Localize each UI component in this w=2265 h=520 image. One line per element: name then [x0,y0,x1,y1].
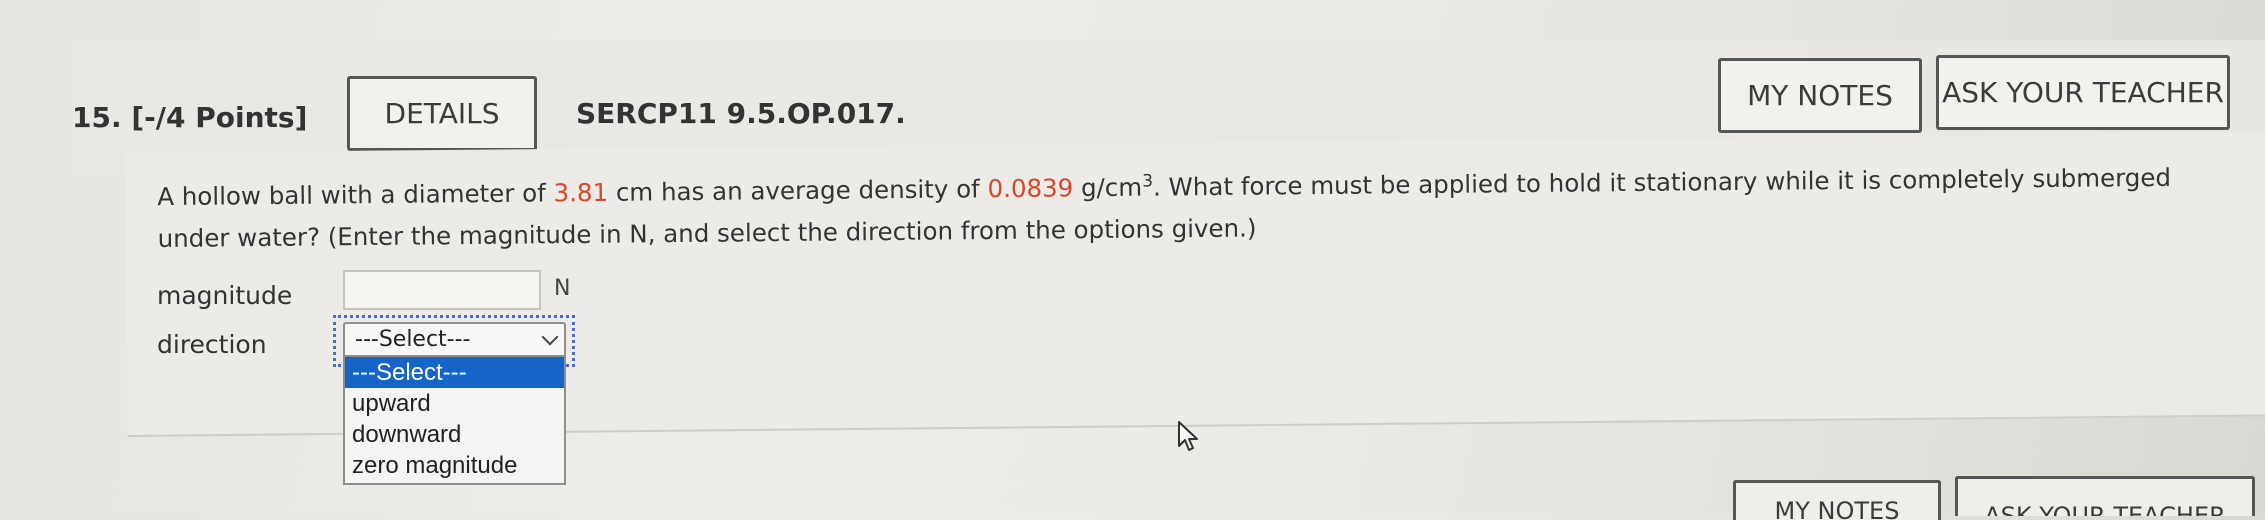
next-ask-teacher-label: ASK YOUR TEACHER [1984,502,2226,516]
chevron-down-icon [541,328,559,346]
direction-select-value: ---Select--- [355,327,471,352]
question-number: 15. [-/4 Points] [72,101,307,134]
question-code: SERCP11 9.5.OP.017. [576,97,906,130]
points-label: [-/4 Points] [131,101,308,134]
prompt-text-2: cm has an average density of [607,174,988,207]
direction-option-zero-magnitude[interactable]: zero magnitude [345,450,564,481]
my-notes-button[interactable]: MY NOTES [1718,58,1922,133]
magnitude-input[interactable] [343,270,541,310]
details-button[interactable]: DETAILS [347,76,537,151]
question-number-label: 15. [72,101,122,134]
prompt-text-1: A hollow ball with a diameter of [157,178,554,212]
prompt-unit: g/cm [1073,172,1143,203]
ask-teacher-button[interactable]: ASK YOUR TEACHER [1936,55,2230,130]
next-ask-teacher-button[interactable]: ASK YOUR TEACHER [1955,476,2255,516]
direction-label: direction [157,330,267,359]
next-my-notes-button[interactable]: MY NOTES [1733,480,1941,520]
direction-dropdown-list[interactable]: ---Select--- upward downward zero magnit… [343,355,566,485]
direction-option-downward[interactable]: downward [345,419,564,450]
magnitude-label: magnitude [157,281,293,310]
magnitude-unit: N [554,276,571,301]
diameter-value: 3.81 [553,177,609,208]
density-value: 0.0839 [987,173,1074,204]
next-my-notes-label: MY NOTES [1774,497,1900,520]
direction-option-select[interactable]: ---Select--- [345,357,564,388]
direction-option-upward[interactable]: upward [345,388,564,419]
mouse-cursor-icon [1178,421,1198,451]
prompt-exponent: 3 [1142,171,1154,192]
direction-select[interactable]: ---Select--- [343,322,566,358]
